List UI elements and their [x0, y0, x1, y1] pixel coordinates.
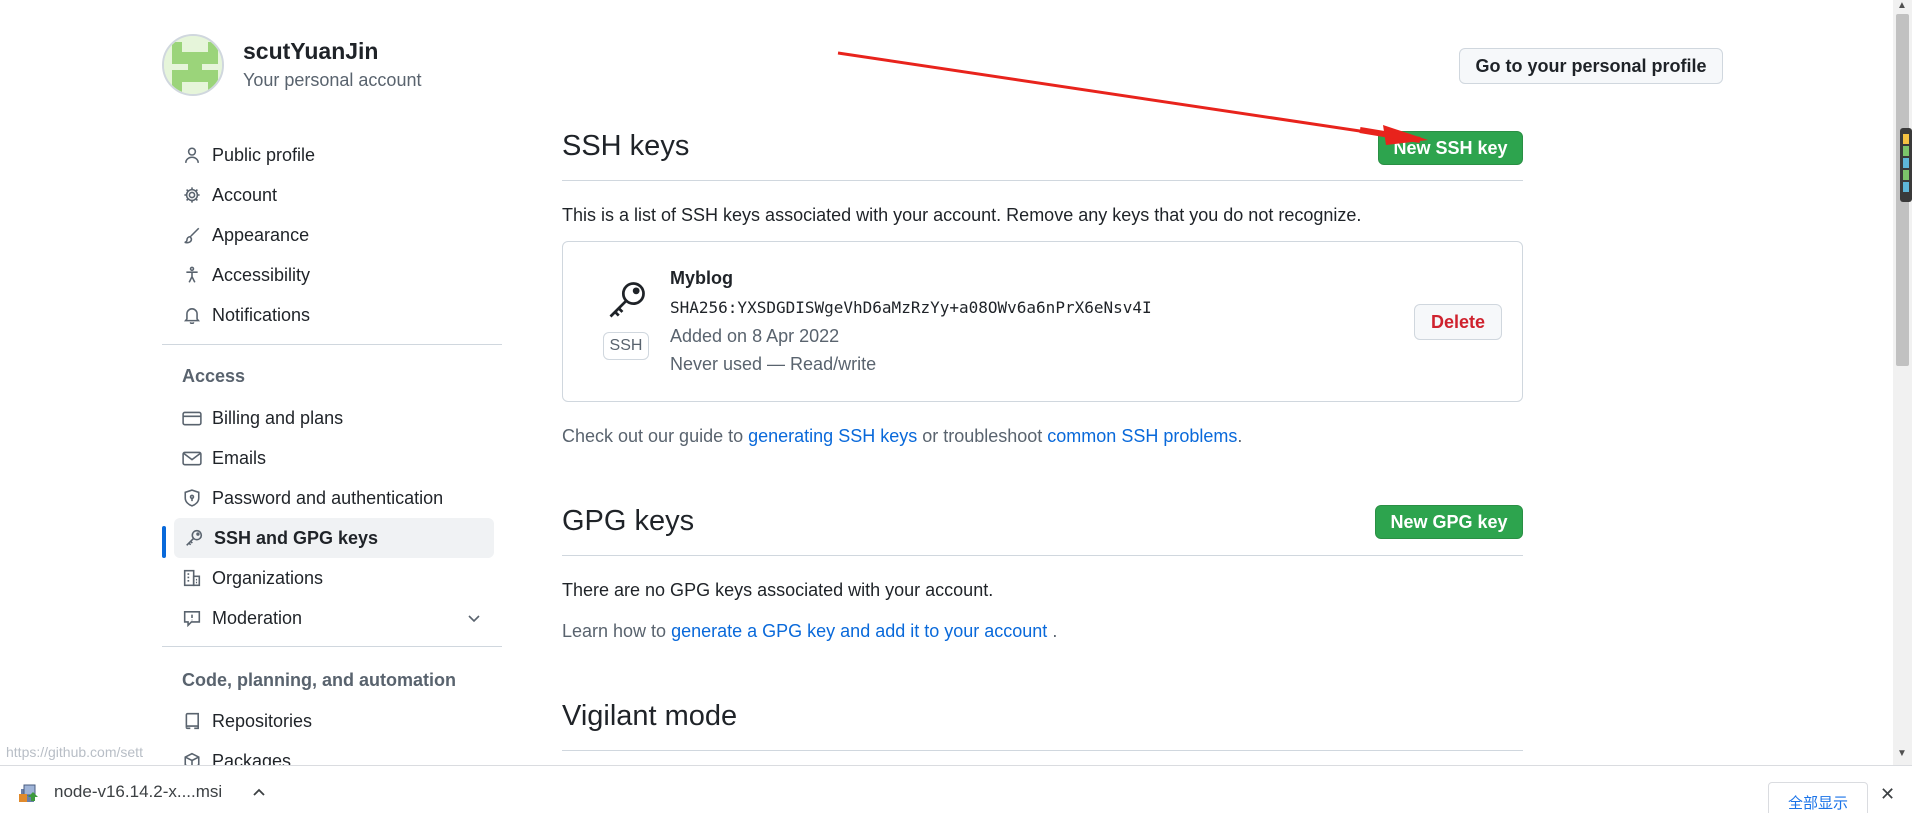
repo-icon — [182, 711, 202, 731]
key-icon — [184, 528, 204, 548]
mail-icon — [182, 448, 202, 468]
sidebar-heading-code-planning: Code, planning, and automation — [182, 670, 456, 690]
generating-ssh-keys-link[interactable]: generating SSH keys — [748, 426, 917, 446]
section-divider — [562, 750, 1523, 751]
vertical-scrollbar[interactable]: ▲ ▼ — [1893, 0, 1912, 765]
ssh-keys-description: This is a list of SSH keys associated wi… — [562, 205, 1362, 225]
chevron-up-icon[interactable] — [252, 784, 266, 805]
sidebar-item-password-authentication[interactable]: Password and authentication — [172, 478, 494, 518]
sidebar-item-organizations[interactable]: Organizations — [172, 558, 494, 598]
installer-file-icon[interactable] — [18, 782, 40, 804]
account-subtitle: Your personal account — [243, 70, 422, 90]
avatar[interactable] — [162, 34, 224, 96]
scroll-down-arrow-icon[interactable]: ▼ — [1897, 748, 1907, 759]
sidebar-item-public-profile[interactable]: Public profile — [172, 135, 494, 175]
gpg-empty-message: There are no GPG keys associated with yo… — [562, 580, 994, 600]
delete-ssh-key-button[interactable]: Delete — [1414, 304, 1502, 340]
gear-icon — [182, 185, 202, 205]
ssh-key-card: SSH Myblog SHA256:YXSDGDISWgeVhD6aMzRzYy… — [562, 241, 1523, 402]
ssh-key-added-date: Added on 8 Apr 2022 — [670, 326, 840, 346]
learn-suffix-text: . — [1047, 621, 1058, 641]
go-to-profile-button[interactable]: Go to your personal profile — [1459, 48, 1723, 84]
show-all-downloads-button[interactable]: 全部显示 — [1768, 782, 1868, 813]
sidebar-item-moderation[interactable]: Moderation — [172, 598, 494, 638]
sidebar-item-repositories[interactable]: Repositories — [172, 701, 494, 741]
sidebar-item-ssh-gpg-keys[interactable]: SSH and GPG keys — [174, 518, 494, 558]
section-divider — [562, 180, 1523, 181]
side-widget-icon — [1900, 128, 1912, 202]
guide-suffix-text: . — [1237, 426, 1243, 446]
common-ssh-problems-link[interactable]: common SSH problems — [1047, 426, 1237, 446]
download-file-name[interactable]: node-v16.14.2-x....msi — [54, 782, 222, 802]
sidebar-item-accessibility[interactable]: Accessibility — [172, 255, 494, 295]
sidebar-item-label: Appearance — [212, 224, 310, 245]
guide-prefix-text: Check out our guide to — [562, 426, 749, 446]
sidebar-item-account[interactable]: Account — [172, 175, 494, 215]
download-bar: node-v16.14.2-x....msi 全部显示 ✕ — [0, 765, 1912, 813]
gpg-keys-heading: GPG keys — [562, 505, 695, 537]
account-name: scutYuanJin — [243, 38, 379, 64]
sidebar-item-appearance[interactable]: Appearance — [172, 215, 494, 255]
sidebar-heading-access: Access — [182, 366, 246, 386]
sidebar-item-label: Public profile — [212, 144, 316, 165]
sidebar-item-label: Organizations — [212, 567, 324, 588]
sidebar-item-label: Moderation — [212, 607, 303, 628]
credit-card-icon — [182, 408, 202, 428]
organization-icon — [182, 568, 202, 588]
section-divider — [562, 555, 1523, 556]
bell-icon — [182, 305, 202, 325]
sidebar-item-label: Accessibility — [212, 264, 311, 285]
ssh-badge: SSH — [603, 332, 649, 360]
accessibility-icon — [182, 265, 202, 285]
learn-prefix-text: Learn how to — [562, 621, 672, 641]
sidebar-item-emails[interactable]: Emails — [172, 438, 494, 478]
sidebar-item-label: Account — [212, 184, 278, 205]
key-icon — [605, 278, 649, 327]
ssh-key-usage: Never used — Read/write — [670, 354, 877, 374]
sidebar-item-label: Notifications — [212, 304, 311, 325]
sidebar-divider — [162, 646, 502, 647]
generate-gpg-key-link[interactable]: generate a GPG key and add it to your ac… — [671, 621, 1047, 641]
sidebar-item-label: Billing and plans — [212, 407, 344, 428]
chevron-down-icon[interactable] — [466, 610, 482, 631]
sidebar-item-label: Password and authentication — [212, 487, 444, 508]
shield-lock-icon — [182, 488, 202, 508]
sidebar-item-label: Repositories — [212, 710, 313, 731]
gpg-learn-text: Learn how to generate a GPG key and add … — [562, 621, 1057, 642]
ssh-key-title: Myblog — [670, 268, 733, 288]
sidebar-divider — [162, 344, 502, 345]
new-ssh-key-button[interactable]: New SSH key — [1378, 131, 1523, 165]
new-gpg-key-button[interactable]: New GPG key — [1375, 505, 1523, 539]
ssh-key-fingerprint: SHA256:YXSDGDISWgeVhD6aMzRzYy+a08OWv6a6n… — [670, 298, 1152, 317]
sidebar-item-notifications[interactable]: Notifications — [172, 295, 494, 335]
sidebar-item-label: SSH and GPG keys — [214, 527, 379, 548]
report-icon — [182, 608, 202, 628]
person-icon — [182, 145, 202, 165]
sidebar-item-billing[interactable]: Billing and plans — [172, 398, 494, 438]
guide-middle-text: or troubleshoot — [917, 426, 1048, 446]
ssh-keys-heading: SSH keys — [562, 130, 690, 162]
sidebar-item-label: Emails — [212, 447, 267, 468]
vigilant-mode-heading: Vigilant mode — [562, 700, 738, 732]
status-url: https://github.com/sett — [0, 742, 149, 764]
paintbrush-icon — [182, 225, 202, 245]
ssh-guide-text: Check out our guide to generating SSH ke… — [562, 426, 1242, 447]
active-indicator — [162, 526, 166, 558]
scroll-up-arrow-icon[interactable]: ▲ — [1897, 0, 1907, 11]
close-icon[interactable]: ✕ — [1880, 784, 1895, 805]
